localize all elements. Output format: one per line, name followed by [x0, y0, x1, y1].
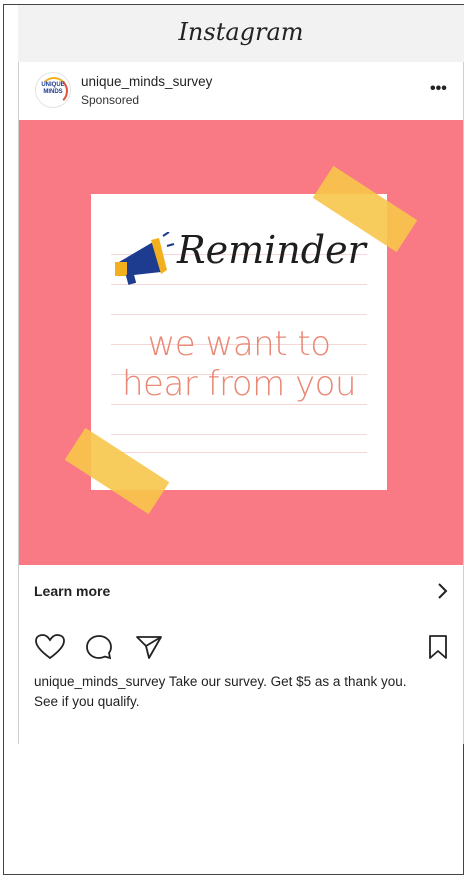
- avatar-text: UNIQUE MINDS: [41, 82, 65, 95]
- note-card: Reminder we want to hear from you: [91, 194, 387, 490]
- post-username[interactable]: unique_minds_survey: [81, 74, 212, 89]
- note-line: [111, 434, 367, 435]
- ad-title: Reminder: [177, 228, 366, 272]
- chevron-right-icon: [438, 583, 448, 599]
- comment-icon[interactable]: [85, 634, 113, 660]
- post-header: UNIQUE MINDS unique_minds_survey Sponsor…: [19, 62, 463, 120]
- learn-more-label: Learn more: [34, 583, 111, 599]
- note-line: [111, 452, 367, 453]
- caption-username[interactable]: unique_minds_survey: [34, 674, 165, 689]
- post-caption: unique_minds_survey Take our survey. Get…: [34, 672, 434, 712]
- ad-headline-line2: hear from you: [122, 364, 357, 404]
- feed-right-border: [463, 62, 464, 744]
- sponsored-label: Sponsored: [81, 93, 140, 107]
- instagram-top-bar: Instagram: [18, 5, 464, 63]
- note-line: [111, 404, 367, 405]
- learn-more-bar[interactable]: Learn more: [19, 565, 463, 622]
- ad-image[interactable]: Reminder we want to hear from you: [19, 120, 463, 565]
- note-line: [111, 314, 367, 315]
- avatar[interactable]: UNIQUE MINDS: [35, 72, 71, 108]
- heart-icon[interactable]: [35, 634, 65, 660]
- bookmark-icon[interactable]: [428, 634, 448, 660]
- megaphone-icon: [115, 232, 175, 285]
- app-logo: Instagram: [178, 18, 304, 46]
- share-icon[interactable]: [135, 634, 163, 660]
- ad-headline-line1: we want to: [147, 324, 332, 364]
- action-bar: [19, 621, 463, 671]
- more-options-icon[interactable]: •••: [430, 80, 447, 98]
